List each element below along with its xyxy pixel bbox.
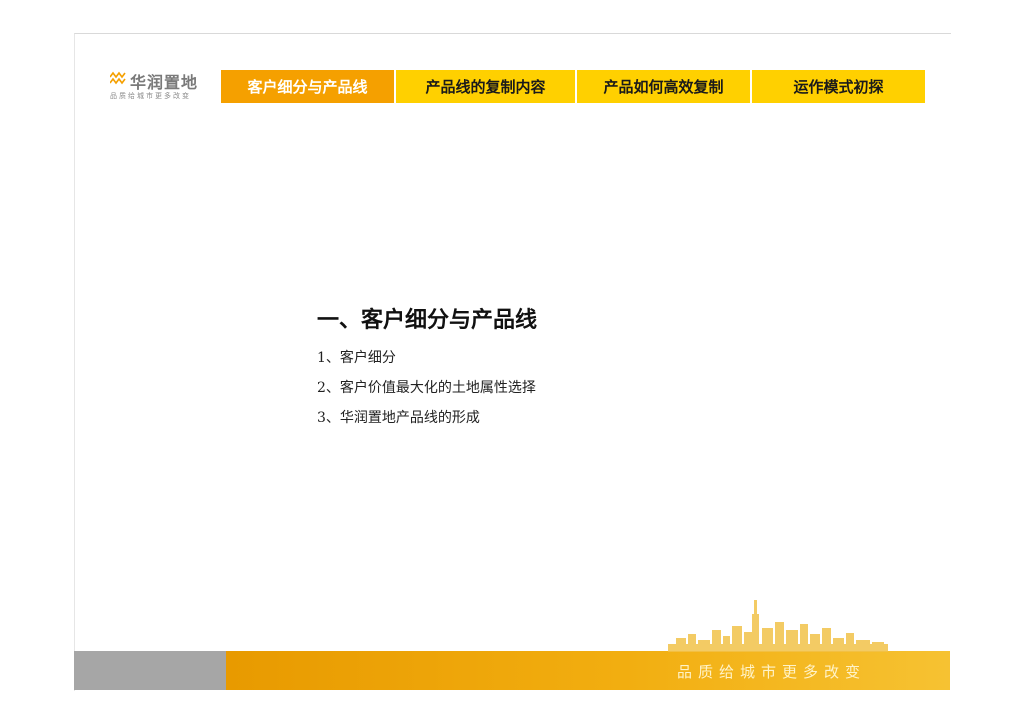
logo-slogan: 品质给城市更多改变 bbox=[110, 92, 191, 100]
tab-operation-mode[interactable]: 运作模式初探 bbox=[752, 70, 925, 103]
tab-customer-segmentation[interactable]: 客户细分与产品线 bbox=[221, 70, 394, 103]
footer-gray-bar bbox=[74, 651, 226, 690]
city-skyline-icon bbox=[668, 600, 888, 652]
logo-mark-icon bbox=[110, 71, 126, 85]
section-nav: 客户细分与产品线 产品线的复制内容 产品如何高效复制 运作模式初探 bbox=[221, 70, 925, 103]
company-logo: 华润置地 品质给城市更多改变 bbox=[110, 69, 210, 103]
agenda-list: 1、客户细分 2、客户价值最大化的土地属性选择 3、华润置地产品线的形成 bbox=[317, 348, 536, 438]
list-item: 2、客户价值最大化的土地属性选择 bbox=[317, 380, 536, 396]
list-item: 1、客户细分 bbox=[317, 350, 396, 366]
footer-slogan: 品质给城市更多改变 bbox=[677, 663, 867, 681]
tab-replication-content[interactable]: 产品线的复制内容 bbox=[396, 70, 575, 103]
section-heading: 一、客户细分与产品线 bbox=[317, 307, 538, 333]
list-item: 3、华润置地产品线的形成 bbox=[317, 410, 480, 426]
tab-efficient-replication[interactable]: 产品如何高效复制 bbox=[577, 70, 750, 103]
logo-name: 华润置地 bbox=[130, 73, 199, 92]
